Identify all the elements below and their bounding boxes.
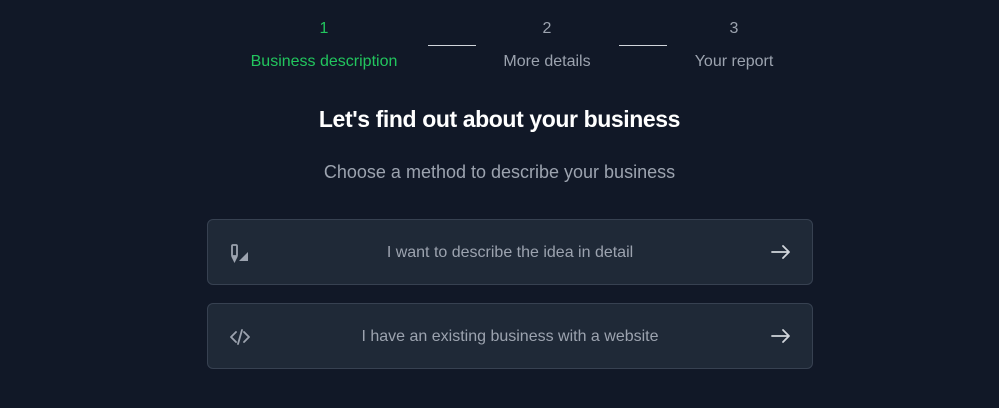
existing-business-option-button[interactable]: I have an existing business with a websi… bbox=[207, 303, 813, 369]
step-business-description: 1 Business description bbox=[251, 20, 398, 72]
option-label: I have an existing business with a websi… bbox=[361, 328, 659, 345]
progress-stepper: 1 Business description 2 More details 3 … bbox=[0, 0, 999, 80]
step-label: Business description bbox=[250, 53, 398, 70]
describe-idea-option-button[interactable]: I want to describe the idea in detail bbox=[207, 219, 813, 285]
page-title: Let's find out about your business bbox=[318, 106, 681, 132]
arrow-right-icon bbox=[770, 242, 792, 262]
step-number: 2 bbox=[542, 20, 552, 37]
step-label: More details bbox=[503, 53, 591, 70]
step-label: Your report bbox=[694, 53, 774, 70]
arrow-right-icon bbox=[770, 326, 792, 346]
option-label: I want to describe the idea in detail bbox=[386, 244, 634, 261]
step-number: 1 bbox=[319, 20, 329, 37]
step-your-report: 3 Your report bbox=[695, 20, 774, 72]
step-more-details: 2 More details bbox=[503, 20, 590, 72]
step-connector bbox=[428, 45, 476, 46]
step-number: 3 bbox=[729, 20, 739, 37]
step-connector bbox=[619, 45, 667, 46]
page-subtitle: Choose a method to describe your busines… bbox=[323, 162, 676, 182]
